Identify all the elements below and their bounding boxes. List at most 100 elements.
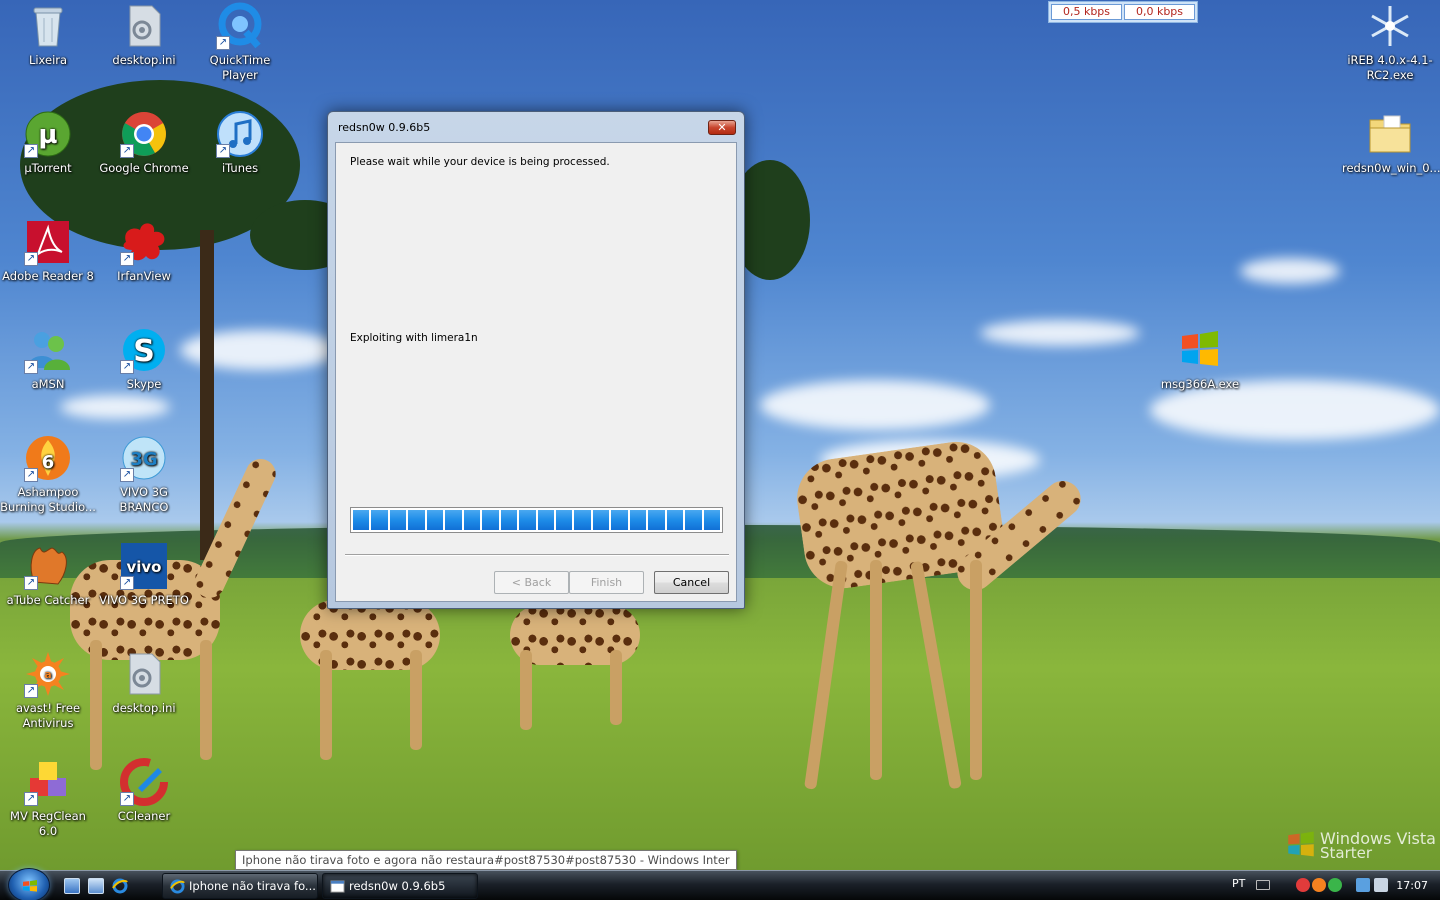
progress-segment xyxy=(685,510,702,530)
progress-segment xyxy=(389,510,407,530)
switch-windows-icon[interactable] xyxy=(88,878,104,894)
desktop-icon-google-chrome[interactable]: ↗ Google Chrome xyxy=(96,110,192,176)
svg-text:3G: 3G xyxy=(130,449,157,470)
ashampoo-icon: 6 ↗ xyxy=(24,434,72,482)
keyboard-icon[interactable] xyxy=(1256,880,1270,890)
desktop-icon-avast[interactable]: a ↗ avast! Free Antivirus xyxy=(0,650,96,731)
network-tray-icon[interactable] xyxy=(1356,878,1370,892)
internet-explorer-icon xyxy=(170,879,185,894)
task-label: redsn0w 0.9.6b5 xyxy=(349,879,446,893)
desktop-icon-atube[interactable]: ↗ aTube Catcher xyxy=(0,542,96,608)
dialog-client-area: Please wait while your device is being p… xyxy=(335,142,737,602)
button-separator xyxy=(345,554,729,556)
windows-logo-icon xyxy=(23,880,37,892)
desktop-icon-redsn0w-folder[interactable]: redsn0w_win_0.... xyxy=(1342,110,1440,176)
redsn0w-dialog: redsn0w 0.9.6b5 ✕ Please wait while your… xyxy=(327,111,745,609)
regclean-icon: ↗ xyxy=(24,758,72,806)
folder-icon xyxy=(1366,110,1414,158)
dialog-titlebar[interactable]: redsn0w 0.9.6b5 ✕ xyxy=(328,112,744,142)
progress-segment xyxy=(703,510,721,530)
progress-segment xyxy=(408,510,425,530)
language-indicator[interactable]: PT xyxy=(1232,877,1245,890)
cancel-button[interactable]: Cancel xyxy=(654,571,729,594)
progress-segment xyxy=(500,510,518,530)
upload-rate: 0,0 kbps xyxy=(1124,4,1195,20)
windows-logo-icon xyxy=(1176,326,1224,374)
finish-button[interactable]: Finish xyxy=(569,571,644,594)
volume-icon[interactable] xyxy=(1374,878,1388,892)
desktop-icon-irfanview[interactable]: ↗ IrfanView xyxy=(96,218,192,284)
svg-text:S: S xyxy=(133,334,155,369)
branding-line2: Starter xyxy=(1320,844,1373,862)
clock[interactable]: 17:07 xyxy=(1396,879,1428,892)
task-iphone-browser[interactable]: Iphone não tirava fo... xyxy=(162,873,318,899)
progress-segment xyxy=(555,510,573,530)
progress-segment xyxy=(353,510,370,530)
close-button[interactable]: ✕ xyxy=(708,120,736,135)
chrome-icon: ↗ xyxy=(120,110,168,158)
app-window-icon xyxy=(330,880,345,893)
vivo-black-icon: vivo ↗ xyxy=(120,542,168,590)
progress-segment xyxy=(648,510,665,530)
desktop-icon-quicktime[interactable]: ↗ QuickTime Player xyxy=(192,2,288,83)
desktop-icon-utorrent[interactable]: µ ↗ µTorrent xyxy=(0,110,96,176)
progress-segment xyxy=(519,510,536,530)
progress-segment xyxy=(666,510,684,530)
desktop-icon-lixeira[interactable]: Lixeira xyxy=(0,2,96,68)
show-desktop-icon[interactable] xyxy=(64,878,80,894)
task-label: Iphone não tirava fo... xyxy=(189,879,316,893)
antivirus-tray-icon[interactable] xyxy=(1312,878,1326,892)
status-message: Exploiting with limera1n xyxy=(350,332,478,344)
vivo-white-icon: 3G ↗ xyxy=(120,434,168,482)
skype-icon: S ↗ xyxy=(120,326,168,374)
network-meter: 0,5 kbps 0,0 kbps xyxy=(1048,1,1198,23)
system-tray: PT 17:07 xyxy=(1220,871,1440,900)
desktop-icon-regclean[interactable]: ↗ MV RegClean 6.0 xyxy=(0,758,96,839)
update-tray-icon[interactable] xyxy=(1328,878,1342,892)
taskbar-tooltip: Iphone não tirava foto e agora não resta… xyxy=(235,850,737,870)
desktop-icon-ireb[interactable]: iREB 4.0.x-4.1-RC2.exe xyxy=(1342,2,1438,83)
avast-tray-icon[interactable] xyxy=(1296,878,1310,892)
desktop-icon-ashampoo[interactable]: 6 ↗ Ashampoo Burning Studio... xyxy=(0,434,96,515)
progress-segment xyxy=(426,510,444,530)
desktop-icon-vivo-3g-branco[interactable]: 3G ↗ VIVO 3G BRANCO xyxy=(96,434,192,515)
desktop-icon-itunes[interactable]: ↗ iTunes xyxy=(192,110,288,176)
task-redsn0w[interactable]: redsn0w 0.9.6b5 xyxy=(322,873,478,899)
progress-segment xyxy=(445,510,462,530)
taskbar: Iphone não tirava fo... redsn0w 0.9.6b5 … xyxy=(0,868,1440,900)
progress-segment xyxy=(592,510,610,530)
progress-segment xyxy=(371,510,388,530)
desktop-icon-msg366a[interactable]: msg366A.exe xyxy=(1152,326,1248,392)
settings-file-icon xyxy=(120,2,168,50)
desktop-icon-vivo-3g-preto[interactable]: vivo ↗ VIVO 3G PRETO xyxy=(96,542,192,608)
amsn-icon: ↗ xyxy=(24,326,72,374)
progress-segment xyxy=(629,510,647,530)
progress-bar xyxy=(350,507,723,533)
vista-branding: Windows Vista Starter xyxy=(1282,826,1440,866)
progress-fill xyxy=(353,510,721,530)
svg-text:a: a xyxy=(44,668,51,681)
close-icon: ✕ xyxy=(717,121,727,134)
desktop-icon-desktop-ini-2[interactable]: desktop.ini xyxy=(96,650,192,716)
svg-text:µ: µ xyxy=(38,120,57,150)
atube-icon: ↗ xyxy=(24,542,72,590)
itunes-icon: ↗ xyxy=(216,110,264,158)
utorrent-icon: µ ↗ xyxy=(24,110,72,158)
irfanview-icon: ↗ xyxy=(120,218,168,266)
svg-text:vivo: vivo xyxy=(126,558,161,576)
dialog-title: redsn0w 0.9.6b5 xyxy=(338,121,431,134)
progress-segment xyxy=(463,510,481,530)
desktop-icon-skype[interactable]: S ↗ Skype xyxy=(96,326,192,392)
download-rate: 0,5 kbps xyxy=(1051,4,1122,20)
quicktime-icon: ↗ xyxy=(216,2,264,50)
desktop-icon-amsn[interactable]: ↗ aMSN xyxy=(0,326,96,392)
windows-orb-icon xyxy=(1288,831,1314,857)
start-button[interactable] xyxy=(8,868,50,900)
back-button[interactable]: < Back xyxy=(494,571,569,594)
wait-message: Please wait while your device is being p… xyxy=(350,156,610,168)
ccleaner-icon: ↗ xyxy=(120,758,168,806)
desktop-icon-adobe-reader[interactable]: ↗ Adobe Reader 8 xyxy=(0,218,96,284)
desktop-icon-ccleaner[interactable]: ↗ CCleaner xyxy=(96,758,192,824)
desktop-icon-desktop-ini-1[interactable]: desktop.ini xyxy=(96,2,192,68)
internet-explorer-icon[interactable] xyxy=(112,878,128,894)
